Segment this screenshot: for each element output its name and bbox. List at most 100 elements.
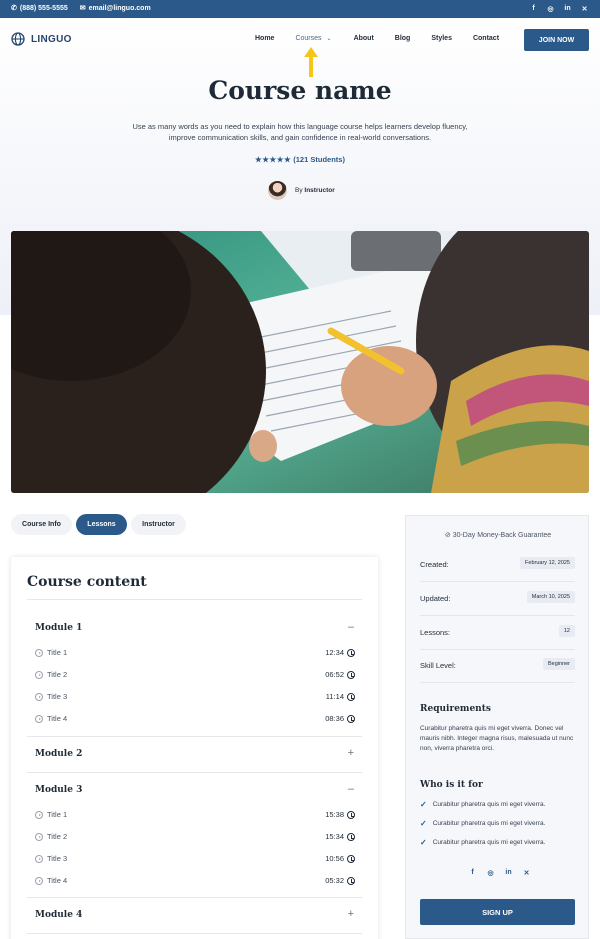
facebook-icon[interactable]: f [468,868,477,877]
nav-about[interactable]: About [354,35,374,42]
who-item: ✓ Curabitur pharetra quis mi eget viverra… [420,800,545,809]
join-now-button[interactable]: JOIN NOW [524,29,589,51]
info-lessons: Lessons: 12 [420,616,575,650]
module-header[interactable]: Module 1 [35,623,82,633]
module-header[interactable]: Module 3 [35,785,82,795]
expand-icon[interactable]: + [348,747,354,759]
lesson-item[interactable]: Title 4 08:36 [35,714,355,726]
course-description: Use as many words as you need to explain… [132,122,468,142]
lesson-item[interactable]: Title 2 15:34 [35,832,355,844]
info-value: March 10, 2025 [526,591,575,603]
who-heading: Who is it for [420,780,483,790]
lesson-title: Title 1 [47,648,68,657]
module-header[interactable]: Module 4 [35,910,82,920]
logo-text: LINGUO [31,33,72,45]
lesson-item[interactable]: Title 3 11:14 [35,692,355,704]
info-label: Lessons: [420,628,451,637]
info-updated: Updated: March 10, 2025 [420,582,575,616]
lesson-title: Title 3 [47,854,68,863]
expand-icon[interactable]: + [348,908,354,920]
clock-icon [347,648,355,657]
linkedin-icon[interactable]: in [563,4,572,13]
requirements-heading: Requirements [420,704,491,714]
who-item-text: Curabitur pharetra quis mi eget viverra. [432,820,546,827]
by-label: By [295,187,303,194]
collapse-icon[interactable]: – [348,783,354,795]
nav-blog[interactable]: Blog [395,35,411,42]
course-sidebar: ⊘ 30-Day Money-Back Guarantee Created: Fe… [405,515,589,939]
main-nav: Home Courses ⌄ About Blog Styles Contact [255,35,499,42]
lesson-title: Title 1 [47,810,68,819]
nav-courses-label: Courses [295,35,322,42]
sign-up-button[interactable]: SIGN UP [420,899,575,925]
instagram-icon[interactable]: ◎ [546,4,555,13]
x-icon[interactable]: ✕ [580,4,589,13]
mail-icon: ✉ [79,5,86,12]
lesson-duration: 15:38 [325,810,344,819]
facebook-icon[interactable]: f [529,4,538,13]
student-count: (121 Students) [293,155,345,164]
lesson-item[interactable]: Title 1 15:38 [35,810,355,822]
lesson-duration: 05:32 [325,876,344,885]
course-photo-illustration [11,231,589,493]
play-icon [35,671,43,679]
info-label: Updated: [420,594,451,603]
tab-lessons[interactable]: Lessons [76,514,127,535]
lesson-duration: 15:34 [325,832,344,841]
clock-icon [347,810,355,819]
lesson-item[interactable]: Title 4 05:32 [35,876,355,888]
lesson-item[interactable]: Title 1 12:34 [35,648,355,660]
check-icon: ✓ [420,800,427,809]
email-contact[interactable]: ✉ email@linguo.com [79,4,151,13]
lesson-item[interactable]: Title 2 06:52 [35,670,355,682]
tab-course-info[interactable]: Course Info [11,514,72,535]
divider [27,736,362,737]
instagram-icon[interactable]: ◎ [486,868,495,877]
course-content-card: Course content Module 1 – Title 1 12:34 T… [11,557,378,939]
lesson-duration: 08:36 [325,714,344,723]
lesson-title: Title 2 [47,832,68,841]
info-label: Skill Level: [420,661,456,670]
x-icon[interactable]: ✕ [522,868,531,877]
clock-icon [347,854,355,863]
module-header[interactable]: Module 2 [35,749,82,759]
info-label: Created: [420,560,449,569]
collapse-icon[interactable]: – [348,621,354,633]
clock-icon [347,714,355,723]
who-item: ✓ Curabitur pharetra quis mi eget viverra… [420,838,545,847]
divider [27,897,362,898]
lesson-item[interactable]: Title 3 10:56 [35,854,355,866]
phone-contact[interactable]: ✆ (888) 555-5555 [11,4,68,13]
star-rating-icon: ★★★★★ [255,155,292,164]
info-value: 12 [558,625,575,637]
top-bar: ✆ (888) 555-5555 ✉ email@linguo.com f ◎ in… [0,0,600,18]
nav-home[interactable]: Home [255,35,274,42]
phone-icon: ✆ [11,5,17,12]
lesson-title: Title 4 [47,876,68,885]
site-header: LINGUO Home Courses ⌄ About Blog Styles C… [0,18,600,62]
divider [27,933,362,934]
check-icon: ✓ [420,819,427,828]
nav-courses[interactable]: Courses ⌄ [295,35,331,42]
email-address: email@linguo.com [88,4,151,12]
linkedin-icon[interactable]: in [504,868,513,877]
play-icon [35,693,43,701]
tab-instructor[interactable]: Instructor [131,514,186,535]
arrow-up-icon [304,47,318,77]
guarantee-note: ⊘ 30-Day Money-Back Guarantee [406,531,590,539]
lesson-title: Title 2 [47,670,68,679]
who-item-text: Curabitur pharetra quis mi eget viverra. [432,839,546,846]
info-skill-level: Skill Level: Beginner [420,649,575,683]
check-icon: ✓ [420,838,427,847]
globe-icon [11,32,25,46]
logo[interactable]: LINGUO [11,32,72,46]
who-item-text: Curabitur pharetra quis mi eget viverra. [432,801,546,808]
nav-styles[interactable]: Styles [431,35,452,42]
info-value: Beginner [542,658,575,670]
nav-contact[interactable]: Contact [473,35,499,42]
play-icon [35,715,43,723]
sidebar-socials: f ◎ in ✕ [468,868,531,877]
guarantee-text: 30-Day Money-Back Guarantee [452,532,552,539]
clock-icon [347,670,355,679]
instructor-name[interactable]: Instructor [304,187,334,194]
